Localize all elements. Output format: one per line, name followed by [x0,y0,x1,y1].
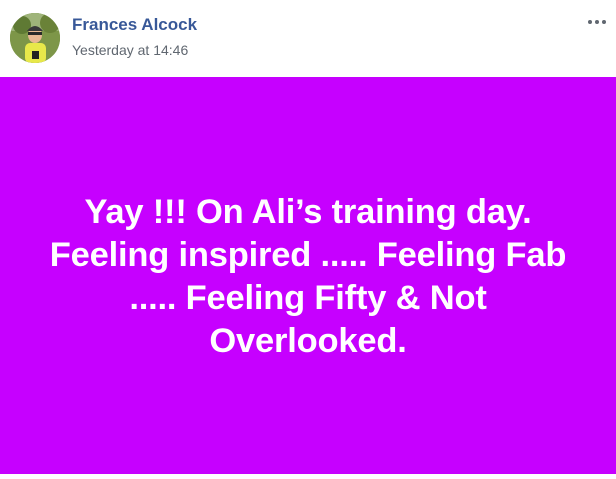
author-name-link[interactable]: Frances Alcock [72,15,197,35]
profile-photo-icon [10,13,60,63]
post-status-text: Yay !!! On Ali’s training day. Feeling i… [49,192,567,360]
more-options-icon [588,20,606,24]
post-timestamp-link[interactable]: Yesterday at 14:46 [72,41,188,59]
post-header: Frances Alcock Yesterday at 14:46 [0,0,616,77]
post-background-panel: Yay !!! On Ali’s training day. Feeling i… [0,77,616,474]
facebook-post: Frances Alcock Yesterday at 14:46 Yay !!… [0,0,616,479]
author-avatar[interactable] [10,13,60,63]
post-footer-divider [0,474,616,479]
more-options-button[interactable] [584,12,610,32]
